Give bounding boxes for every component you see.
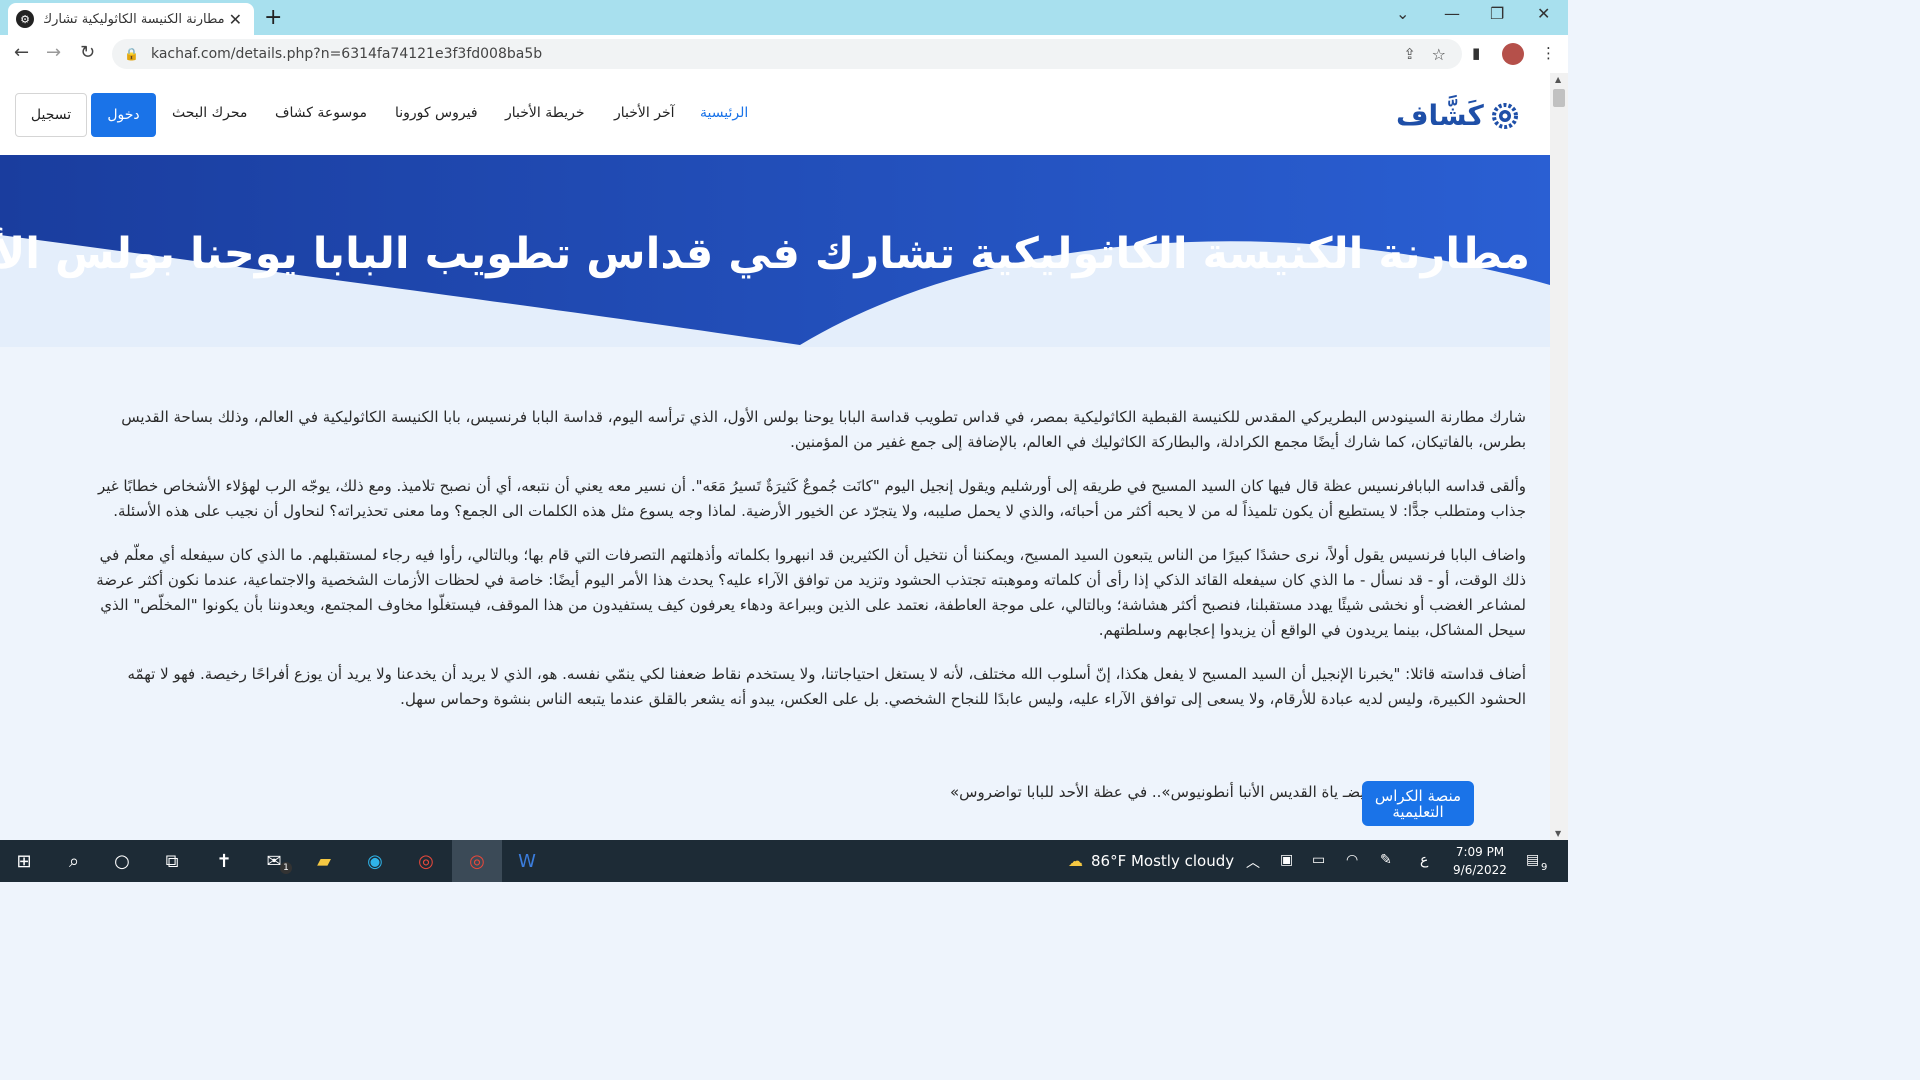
pen-icon[interactable]: ✎ — [1380, 852, 1392, 868]
scroll-down-icon[interactable]: ▼ — [1555, 829, 1561, 838]
browser-toolbar: ← → ↻ 🔒 kachaf.com/details.php?n=6314fa7… — [0, 35, 1568, 74]
nav-encyclopedia[interactable]: موسوعة كشاف — [275, 105, 367, 121]
logo-gear-icon — [1491, 102, 1518, 129]
nav-news-map[interactable]: خريطة الأخبار — [505, 105, 585, 121]
nav-home[interactable]: الرئيسية — [700, 105, 748, 121]
scroll-up-icon[interactable]: ▲ — [1555, 75, 1561, 84]
browser-tab[interactable]: ⚙ مطارنة الكنيسة الكاثوليكية تشارك ف ✕ — [8, 3, 254, 35]
new-tab-icon[interactable]: + — [264, 5, 282, 30]
related-article-link[interactable]: اقرأ أيضـ ياة القديس الأنبا أنطونيوس».. … — [950, 783, 1397, 801]
chrome-icon[interactable]: ◎ — [414, 849, 438, 873]
windows-start-icon[interactable]: ⊞ — [12, 849, 36, 873]
logo-text: كَشَّاف — [1396, 99, 1484, 132]
cortana-icon[interactable]: ○ — [110, 849, 134, 873]
classroom-platform-button[interactable]: منصة الكراس التعليمية — [1362, 781, 1474, 826]
tray-expand-icon[interactable]: ︿ — [1246, 852, 1260, 872]
article-paragraph: وألقى قداسه البابافرنسيس عظة قال فيها كا… — [97, 477, 1526, 520]
article-title: مطارنة الكنيسة الكاثوليكية تشارك في قداس… — [0, 229, 1530, 279]
input-language[interactable]: ع — [1420, 852, 1428, 868]
notification-badge: 9 — [1541, 862, 1548, 873]
article-paragraph: واضاف البابا فرنسيس يقول أولاً، نرى حشدً… — [96, 546, 1526, 639]
profile-avatar[interactable] — [1502, 43, 1524, 65]
minimize-icon[interactable]: — — [1444, 4, 1460, 23]
nav-search-engine[interactable]: محرك البحث — [172, 105, 247, 121]
maximize-icon[interactable]: ❐ — [1490, 4, 1504, 23]
close-tab-icon[interactable]: ✕ — [229, 10, 242, 29]
meet-now-icon[interactable]: ▣ — [1280, 852, 1293, 868]
task-view-icon[interactable]: ⧉ — [160, 849, 184, 873]
weather-widget[interactable]: ☁ 86°F Mostly cloudy — [1068, 852, 1234, 870]
battery-icon[interactable]: ▭ — [1312, 852, 1325, 868]
forward-icon[interactable]: → — [46, 42, 61, 63]
scrollbar-thumb[interactable] — [1553, 89, 1565, 107]
cloudy-weather-icon: ☁ — [1068, 852, 1083, 870]
mail-badge: 1 — [280, 862, 292, 874]
site-logo[interactable]: كَشَّاف — [1396, 99, 1520, 132]
wifi-icon[interactable]: ◠ — [1346, 852, 1358, 868]
lock-icon[interactable]: 🔒 — [124, 47, 139, 61]
url-text: kachaf.com/details.php?n=6314fa74121e3f3… — [150, 46, 543, 62]
menu-dots-icon[interactable]: ⋮ — [1541, 44, 1556, 62]
browser-tabstrip: ⚙ مطارنة الكنيسة الكاثوليكية تشارك ف ✕ +… — [0, 0, 1568, 35]
back-icon[interactable]: ← — [14, 42, 29, 63]
chrome-profile-icon[interactable]: ◎ — [465, 849, 489, 873]
reload-icon[interactable]: ↻ — [80, 42, 95, 63]
windows-taskbar: ⊞ ⌕ ○ ⧉ ✝ ✉ 1 ▰ ◉ ◎ ◎ W ☁ 86°F Mostly cl… — [0, 840, 1568, 882]
clock-time: 7:09 PM — [1455, 845, 1505, 859]
page-scrollbar[interactable]: ▲ ▼ — [1550, 73, 1568, 840]
nav-corona[interactable]: فيروس كورونا — [395, 105, 478, 121]
article-paragraph: أضاف قداسته قائلا: "يخبرنا الإنجيل أن ال… — [127, 665, 1527, 708]
search-icon[interactable]: ⌕ — [62, 849, 86, 873]
article-paragraph: شارك مطارنة السينودس البطريركي المقدس لل… — [121, 408, 1526, 451]
side-panel-icon[interactable]: ▮ — [1472, 44, 1480, 62]
notifications-icon[interactable]: ▤ — [1526, 852, 1539, 868]
bible-app-icon[interactable]: ✝ — [212, 849, 236, 873]
site-favicon-icon: ⚙ — [16, 10, 34, 28]
hero-banner: مطارنة الكنيسة الكاثوليكية تشارك في قداس… — [0, 155, 1550, 347]
register-button[interactable]: تسجيل — [15, 93, 87, 137]
close-window-icon[interactable]: ✕ — [1537, 4, 1550, 23]
weather-text: 86°F Mostly cloudy — [1091, 852, 1235, 870]
tab-title: مطارنة الكنيسة الكاثوليكية تشارك ف — [44, 11, 225, 27]
site-header: كَشَّاف الرئيسية آخر الأخبار خريطة الأخب… — [0, 73, 1550, 155]
address-bar[interactable]: 🔒 kachaf.com/details.php?n=6314fa74121e3… — [112, 39, 1462, 69]
article-body: شارك مطارنة السينودس البطريركي المقدس لل… — [80, 405, 1526, 731]
system-clock[interactable]: 7:09 PM 9/6/2022 — [1448, 843, 1512, 879]
bookmark-star-icon[interactable]: ☆ — [1432, 45, 1446, 64]
login-button[interactable]: دخول — [91, 93, 156, 137]
share-icon[interactable]: ⇪ — [1403, 45, 1416, 63]
tab-search-icon[interactable]: ⌄ — [1396, 4, 1409, 23]
edge-icon[interactable]: ◉ — [363, 849, 387, 873]
nav-latest-news[interactable]: آخر الأخبار — [614, 105, 675, 121]
word-icon[interactable]: W — [515, 849, 539, 873]
file-explorer-icon[interactable]: ▰ — [312, 849, 336, 873]
clock-date: 9/6/2022 — [1453, 863, 1507, 877]
